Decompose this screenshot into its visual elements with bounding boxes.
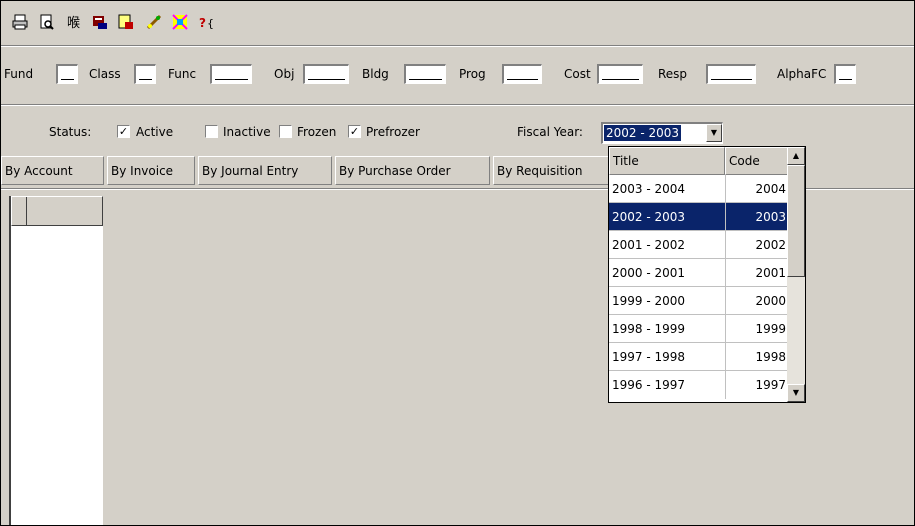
filter-row: Fund Class Func Obj Bldg Prog Cost Resp … bbox=[1, 61, 914, 87]
filter-divider bbox=[1, 104, 914, 106]
resp-label: Resp bbox=[658, 67, 688, 81]
dropdown-row[interactable]: 1998 - 1999 1999 bbox=[609, 315, 788, 343]
row-title: 1996 - 1997 bbox=[612, 378, 686, 392]
active-label[interactable]: Active bbox=[136, 119, 173, 145]
row-code: 2003 bbox=[755, 210, 786, 224]
resp-field[interactable] bbox=[706, 64, 756, 84]
dropdown-row[interactable]: 2003 - 2004 2004 bbox=[609, 175, 788, 203]
row-title: 2003 - 2004 bbox=[612, 182, 686, 196]
alphafc-label: AlphaFC bbox=[777, 67, 827, 81]
tab-by-journal-entry[interactable]: By Journal Entry bbox=[198, 156, 332, 185]
grid-header bbox=[11, 196, 103, 226]
row-title: 1998 - 1999 bbox=[612, 322, 686, 336]
dropdown-row[interactable]: 1999 - 2000 2000 bbox=[609, 287, 788, 315]
tab-by-purchase-order[interactable]: By Purchase Order bbox=[335, 156, 490, 185]
row-title: 2001 - 2002 bbox=[612, 238, 686, 252]
app-window: 喉 ?{} Fund Class Func Obj Bldg Prog Cost bbox=[0, 0, 915, 526]
setup-icon[interactable] bbox=[169, 11, 191, 33]
bldg-label: Bldg bbox=[362, 67, 389, 81]
fiscal-year-value: 2002 - 2003 bbox=[604, 125, 682, 141]
active-checkbox[interactable]: ✓ bbox=[117, 125, 130, 138]
row-code: 1998 bbox=[755, 350, 786, 364]
row-code: 2000 bbox=[755, 294, 786, 308]
dropdown-row[interactable]: 1996 - 1997 1997 bbox=[609, 371, 788, 399]
dropdown-row[interactable]: 1997 - 1998 1998 bbox=[609, 343, 788, 371]
bldg-field[interactable] bbox=[404, 64, 446, 84]
dropdown-code-header[interactable]: Code bbox=[725, 147, 788, 175]
cost-field[interactable] bbox=[597, 64, 643, 84]
func-field[interactable] bbox=[210, 64, 252, 84]
toolbar-divider bbox=[1, 45, 914, 47]
class-label: Class bbox=[89, 67, 121, 81]
func-label: Func bbox=[168, 67, 197, 81]
row-code: 2002 bbox=[755, 238, 786, 252]
dropdown-row[interactable]: 2000 - 2001 2001 bbox=[609, 259, 788, 287]
prefrozer-checkbox[interactable]: ✓ bbox=[348, 125, 361, 138]
help-icon[interactable]: ?{} bbox=[196, 11, 218, 33]
fiscal-year-combo[interactable]: 2002 - 2003 ▼ bbox=[601, 122, 723, 144]
row-code: 2004 bbox=[755, 182, 786, 196]
prog-field[interactable] bbox=[502, 64, 542, 84]
spell-icon[interactable]: 喉 bbox=[63, 11, 85, 33]
svg-text:?: ? bbox=[199, 16, 206, 30]
obj-field[interactable] bbox=[303, 64, 349, 84]
row-code: 2001 bbox=[755, 266, 786, 280]
row-code: 1999 bbox=[755, 322, 786, 336]
fiscal-year-label: Fiscal Year: bbox=[517, 125, 583, 139]
row-title: 2002 - 2003 bbox=[612, 210, 686, 224]
status-label: Status: bbox=[49, 125, 92, 139]
cost-label: Cost bbox=[564, 67, 591, 81]
export-icon[interactable] bbox=[89, 11, 111, 33]
grid-header-cell bbox=[12, 197, 27, 225]
scroll-down-icon[interactable]: ▼ bbox=[787, 384, 805, 402]
dropdown-row-selected[interactable]: 2002 - 2003 2003 bbox=[609, 203, 788, 231]
fiscal-year-dropdown[interactable]: Title Code 2003 - 2004 2004 2002 - 2003 … bbox=[608, 146, 806, 403]
status-row: Status: ✓ Active Inactive Frozen ✓ Prefr… bbox=[1, 119, 914, 145]
inactive-checkbox[interactable] bbox=[205, 125, 218, 138]
scroll-up-icon[interactable]: ▲ bbox=[787, 147, 805, 165]
inactive-label[interactable]: Inactive bbox=[223, 119, 271, 145]
scrollbar-thumb[interactable] bbox=[787, 165, 805, 277]
prog-label: Prog bbox=[459, 67, 486, 81]
find-icon[interactable] bbox=[115, 11, 137, 33]
alphafc-field[interactable] bbox=[834, 64, 856, 84]
fund-field[interactable] bbox=[56, 64, 78, 84]
tab-by-account[interactable]: By Account bbox=[1, 156, 104, 185]
prefrozer-label[interactable]: Prefrozer bbox=[366, 119, 420, 145]
grid-column bbox=[9, 196, 103, 525]
svg-text:{}: {} bbox=[207, 17, 215, 30]
svg-text:喉: 喉 bbox=[67, 16, 80, 30]
row-title: 1997 - 1998 bbox=[612, 350, 686, 364]
row-title: 2000 - 2001 bbox=[612, 266, 686, 280]
frozen-checkbox[interactable] bbox=[279, 125, 292, 138]
tab-by-requisition[interactable]: By Requisition bbox=[493, 156, 609, 185]
row-title: 1999 - 2000 bbox=[612, 294, 686, 308]
fund-label: Fund bbox=[4, 67, 34, 81]
class-field[interactable] bbox=[134, 64, 156, 84]
chevron-down-icon[interactable]: ▼ bbox=[706, 124, 722, 142]
dropdown-row[interactable]: 2001 - 2002 2002 bbox=[609, 231, 788, 259]
row-code: 1997 bbox=[755, 378, 786, 392]
dropdown-scrollbar[interactable]: ▲ ▼ bbox=[787, 147, 805, 402]
obj-label: Obj bbox=[274, 67, 295, 81]
toolbar: 喉 ?{} bbox=[1, 1, 914, 45]
tab-by-invoice[interactable]: By Invoice bbox=[107, 156, 195, 185]
edit-icon[interactable] bbox=[143, 11, 165, 33]
print-preview-icon[interactable] bbox=[36, 11, 58, 33]
frozen-label[interactable]: Frozen bbox=[297, 119, 336, 145]
print-icon[interactable] bbox=[9, 11, 31, 33]
dropdown-title-header[interactable]: Title bbox=[609, 147, 725, 175]
